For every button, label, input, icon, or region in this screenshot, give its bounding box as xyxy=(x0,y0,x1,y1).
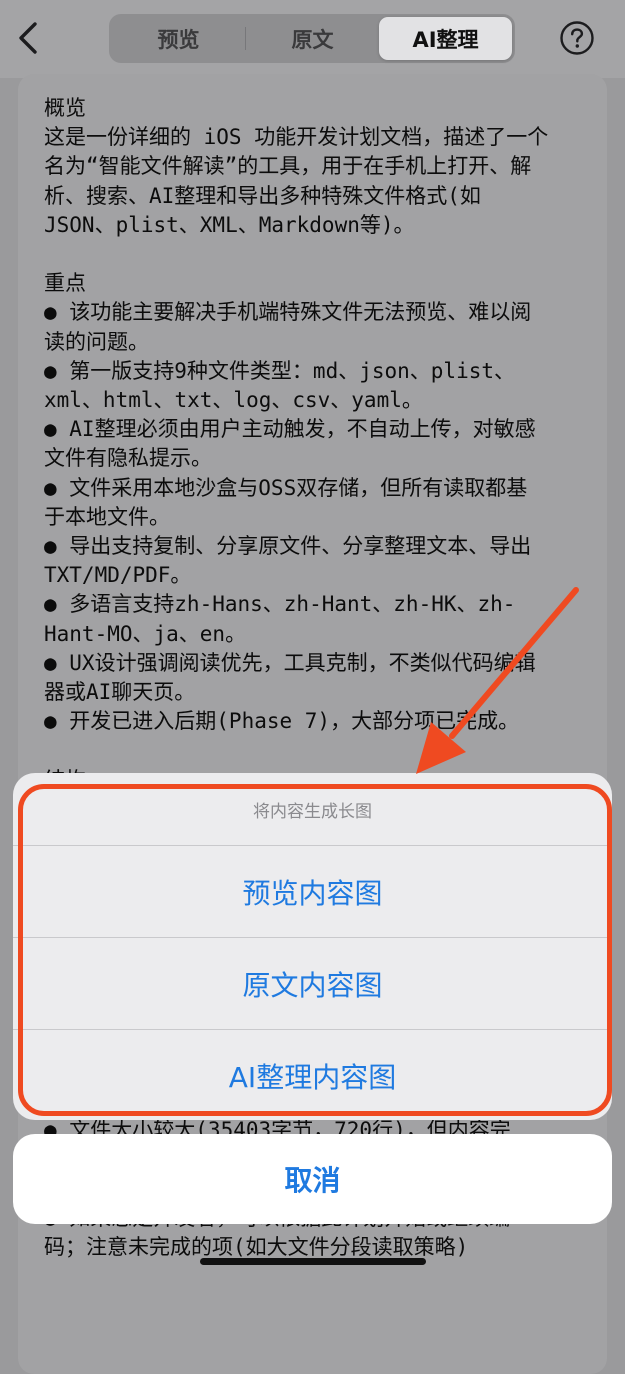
home-indicator xyxy=(200,1258,426,1265)
document-line: 文件有隐私提示。 xyxy=(44,446,212,471)
document-line: Hant-MO、ja、en。 xyxy=(44,621,247,646)
document-line: ● 第一版支持9种文件类型：md、json、plist、 xyxy=(44,358,516,383)
preview-image-button[interactable]: 预览内容图 xyxy=(13,846,612,937)
tab-ai-organize[interactable]: AI整理 xyxy=(379,17,512,60)
action-sheet-title: 将内容生成长图 xyxy=(253,801,372,822)
document-line: 重点 xyxy=(44,271,86,296)
document-line: 于本地文件。 xyxy=(44,504,170,529)
cancel-button[interactable]: 取消 xyxy=(13,1134,612,1224)
document-line: ● AI整理必须由用户主动触发，不自动上传，对敏感 xyxy=(44,417,536,442)
back-button[interactable] xyxy=(8,14,48,62)
document-line: ● UX设计强调阅读优先，工具克制，不类似代码编辑 xyxy=(44,650,536,675)
chevron-left-icon xyxy=(19,22,37,54)
document-line: JSON、plist、XML、Markdown等)。 xyxy=(44,212,415,237)
action-sheet: 将内容生成长图 预览内容图 原文内容图 AI整理内容图 xyxy=(13,773,612,1120)
document-line: 这是一份详细的 iOS 功能开发计划文档，描述了一个 xyxy=(44,125,549,150)
document-line: 读的问题。 xyxy=(44,329,149,354)
document-line: 析、搜索、AI整理和导出多种特殊文件格式(如 xyxy=(44,183,481,208)
document-line: ● 该功能主要解决手机端特殊文件无法预览、难以阅 xyxy=(44,300,532,325)
document-line: ● 开发已进入后期(Phase 7)，大部分项已完成。 xyxy=(44,709,520,734)
question-circle-icon[interactable] xyxy=(559,20,595,56)
tab-source[interactable]: 原文 xyxy=(246,17,379,60)
document-line: 概览 xyxy=(44,96,86,120)
navigation-bar: 预览 原文 AI整理 xyxy=(0,0,625,78)
document-line: 名为“智能文件解读”的工具，用于在手机上打开、解 xyxy=(44,154,532,179)
tab-preview[interactable]: 预览 xyxy=(112,17,245,60)
ai-organize-image-button[interactable]: AI整理内容图 xyxy=(13,1030,612,1120)
document-line: ● 文件采用本地沙盒与OSS双存储，但所有读取都基 xyxy=(44,475,528,500)
document-line: ● 多语言支持zh-Hans、zh-Hant、zh-HK、zh- xyxy=(44,592,516,617)
document-line: ● 导出支持复制、分享原文件、分享整理文本、导出 xyxy=(44,534,532,559)
document-line: 器或AI聊天页。 xyxy=(44,680,196,705)
view-mode-segmented-control: 预览 原文 AI整理 xyxy=(109,14,515,63)
source-image-button[interactable]: 原文内容图 xyxy=(13,938,612,1029)
document-line: TXT/MD/PDF。 xyxy=(44,563,192,588)
document-line: xml、html、txt、log、csv、yaml。 xyxy=(44,388,423,413)
